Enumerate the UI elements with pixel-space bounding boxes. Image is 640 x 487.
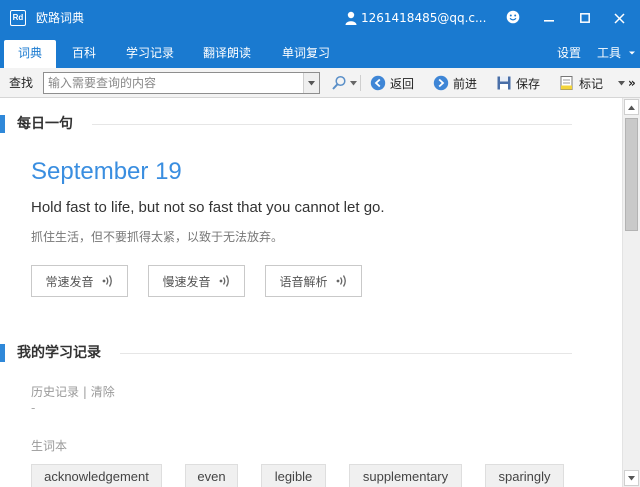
speaker-wave-icon <box>336 275 346 287</box>
chevron-down-icon <box>308 80 315 85</box>
normal-speed-audio-button[interactable]: 常速发音 <box>31 265 128 297</box>
chevron-down-icon <box>628 51 635 55</box>
triangle-up-icon <box>628 105 635 110</box>
section-marker <box>0 344 5 362</box>
daily-date: September 19 <box>31 158 182 185</box>
settings-menu[interactable]: 设置 <box>557 40 581 68</box>
word-chip[interactable]: sparingly <box>485 464 564 487</box>
history-empty: - <box>31 401 36 415</box>
section-marker <box>0 115 5 133</box>
search-icon <box>332 75 346 90</box>
search-button[interactable] <box>331 73 357 93</box>
tab-dictionary[interactable]: 词典 <box>4 40 56 68</box>
scroll-down-button[interactable] <box>624 470 639 486</box>
chevron-down-icon <box>350 80 357 85</box>
main-content: 每日一句 September 19 Hold fast to life, but… <box>0 98 622 487</box>
close-icon <box>613 12 625 24</box>
speaker-wave-icon <box>102 275 112 287</box>
word-chip[interactable]: legible <box>261 464 326 487</box>
history-separator: | <box>79 385 91 399</box>
toolbar-overflow-button[interactable]: » <box>628 73 636 93</box>
daily-section-title: 每日一句 <box>17 116 73 132</box>
tab-study-records[interactable]: 学习记录 <box>116 40 184 68</box>
tools-menu-label: 工具 <box>597 46 622 60</box>
tools-menu[interactable]: 工具 <box>597 40 636 68</box>
study-section-header: 我的学习记录 <box>0 344 600 364</box>
word-chip[interactable]: even <box>185 464 238 487</box>
mark-label: 标记 <box>579 76 604 91</box>
minimize-icon <box>544 20 554 22</box>
wordbook-label: 生词本 <box>31 439 68 453</box>
slow-speed-label: 慢速发音 <box>162 274 211 289</box>
word-chip[interactable]: acknowledgement <box>31 464 162 487</box>
search-label: 查找 <box>9 76 34 90</box>
daily-sentence-zh: 抓住生活，但不要抓得太紧，以致于无法放弃。 <box>31 230 284 244</box>
mark-button[interactable]: 标记 <box>559 73 603 93</box>
speaker-wave-icon <box>219 275 229 287</box>
section-divider <box>120 353 572 354</box>
normal-speed-label: 常速发音 <box>45 274 94 289</box>
search-input[interactable] <box>44 73 302 93</box>
tab-encyclopedia[interactable]: 百科 <box>60 40 108 68</box>
forward-button[interactable]: 前进 <box>433 73 477 93</box>
app-title: 欧路词典 <box>36 11 85 25</box>
scroll-up-button[interactable] <box>624 99 639 115</box>
voice-analysis-label: 语音解析 <box>279 274 328 289</box>
back-button[interactable]: 返回 <box>370 73 414 93</box>
scrollbar-thumb[interactable] <box>625 118 638 231</box>
history-row: 历史记录 | 清除 <box>31 384 115 400</box>
app-logo-icon: Rd <box>10 10 26 26</box>
study-section-title: 我的学习记录 <box>17 345 101 361</box>
clear-history-link[interactable]: 清除 <box>91 385 115 399</box>
maximize-button[interactable] <box>575 8 595 28</box>
history-label: 历史记录 <box>31 385 80 399</box>
word-chip[interactable]: supplementary <box>349 464 462 487</box>
voice-analysis-button[interactable]: 语音解析 <box>265 265 362 297</box>
back-label: 返回 <box>390 76 415 91</box>
smiley-icon[interactable] <box>506 10 520 24</box>
maximize-icon <box>580 13 590 23</box>
forward-label: 前进 <box>453 76 478 91</box>
tab-word-review[interactable]: 单词复习 <box>272 40 340 68</box>
back-arrow-icon <box>370 75 386 91</box>
mark-note-icon <box>560 76 573 90</box>
toolbar-divider <box>360 75 361 91</box>
toolbar: 查找 返回 前进 保存 <box>0 68 640 98</box>
daily-sentence-en: Hold fast to life, but not so fast that … <box>31 199 385 216</box>
tab-translate-read[interactable]: 翻译朗读 <box>193 40 261 68</box>
chevron-down-icon[interactable] <box>618 81 625 86</box>
save-icon <box>497 76 511 90</box>
triangle-down-icon <box>628 475 635 480</box>
daily-section-header: 每日一句 <box>0 115 600 135</box>
slow-speed-audio-button[interactable]: 慢速发音 <box>148 265 245 297</box>
forward-arrow-icon <box>433 75 449 91</box>
vertical-scrollbar[interactable] <box>622 98 640 487</box>
search-dropdown-button[interactable] <box>303 73 319 93</box>
search-box <box>43 72 320 94</box>
user-icon[interactable] <box>345 11 357 25</box>
title-bar: Rd 欧路词典 1261418485@qq.c... <box>0 0 640 36</box>
save-label: 保存 <box>516 76 541 91</box>
menu-bar: 词典 百科 学习记录 翻译朗读 单词复习 设置 工具 <box>0 36 640 68</box>
section-divider <box>92 124 572 125</box>
minimize-button[interactable] <box>539 8 559 28</box>
save-button[interactable]: 保存 <box>496 73 540 93</box>
close-button[interactable] <box>609 8 629 28</box>
user-email[interactable]: 1261418485@qq.c... <box>361 10 486 26</box>
